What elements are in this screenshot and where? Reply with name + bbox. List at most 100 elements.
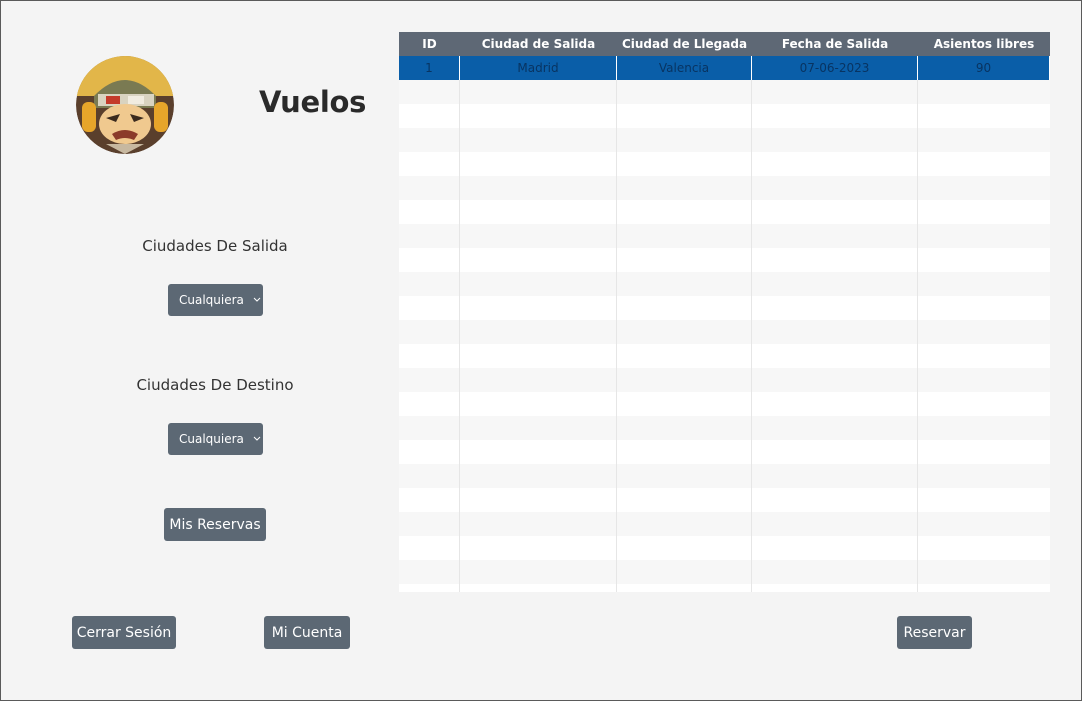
- empty-cell: [918, 536, 1050, 560]
- empty-cell: [617, 584, 752, 592]
- empty-cell: [752, 272, 918, 296]
- empty-cell: [752, 560, 918, 584]
- empty-cell: [460, 512, 617, 536]
- departure-combo-value: Cualquiera: [179, 293, 244, 307]
- empty-cell: [918, 392, 1050, 416]
- empty-cell: [617, 296, 752, 320]
- column-header-departure-city[interactable]: Ciudad de Salida: [460, 32, 617, 56]
- empty-cell: [918, 488, 1050, 512]
- empty-table-row: [399, 320, 1050, 344]
- empty-table-row: [399, 224, 1050, 248]
- empty-cell: [460, 104, 617, 128]
- cell-id: 1: [399, 56, 460, 80]
- empty-cell: [617, 464, 752, 488]
- cell-arrival-city: Valencia: [617, 56, 752, 80]
- empty-cell: [399, 488, 460, 512]
- empty-cell: [752, 176, 918, 200]
- empty-cell: [617, 272, 752, 296]
- empty-cell: [918, 200, 1050, 224]
- empty-cell: [752, 296, 918, 320]
- empty-cell: [399, 248, 460, 272]
- empty-table-row: [399, 536, 1050, 560]
- empty-cell: [918, 128, 1050, 152]
- empty-cell: [460, 272, 617, 296]
- my-reservations-button[interactable]: Mis Reservas: [164, 508, 266, 541]
- empty-cell: [460, 320, 617, 344]
- empty-cell: [460, 464, 617, 488]
- empty-cell: [399, 584, 460, 592]
- empty-cell: [460, 176, 617, 200]
- column-header-arrival-city[interactable]: Ciudad de Llegada: [617, 32, 752, 56]
- empty-cell: [918, 512, 1050, 536]
- empty-cell: [460, 296, 617, 320]
- chevron-down-icon: [253, 297, 261, 303]
- empty-cell: [399, 560, 460, 584]
- empty-cell: [918, 368, 1050, 392]
- my-account-button[interactable]: Mi Cuenta: [264, 616, 350, 649]
- empty-table-row: [399, 128, 1050, 152]
- empty-cell: [399, 272, 460, 296]
- empty-cell: [460, 200, 617, 224]
- empty-cell: [918, 104, 1050, 128]
- empty-cell: [617, 320, 752, 344]
- empty-table-row: [399, 80, 1050, 104]
- empty-cell: [460, 248, 617, 272]
- empty-cell: [460, 344, 617, 368]
- logout-button[interactable]: Cerrar Sesión: [72, 616, 176, 649]
- empty-cell: [399, 200, 460, 224]
- empty-cell: [399, 392, 460, 416]
- empty-cell: [399, 344, 460, 368]
- empty-cell: [460, 584, 617, 592]
- empty-cell: [617, 392, 752, 416]
- departure-label: Ciudades De Salida: [142, 237, 288, 255]
- empty-table-row: [399, 512, 1050, 536]
- empty-cell: [399, 512, 460, 536]
- column-header-departure-date[interactable]: Fecha de Salida: [752, 32, 918, 56]
- empty-cell: [752, 416, 918, 440]
- empty-table-row: [399, 344, 1050, 368]
- empty-cell: [752, 440, 918, 464]
- empty-cell: [617, 536, 752, 560]
- empty-cell: [752, 488, 918, 512]
- empty-cell: [460, 392, 617, 416]
- empty-table-row: [399, 104, 1050, 128]
- empty-cell: [918, 152, 1050, 176]
- empty-cell: [399, 176, 460, 200]
- empty-table-row: [399, 368, 1050, 392]
- empty-cell: [752, 368, 918, 392]
- empty-cell: [399, 440, 460, 464]
- empty-table-row: [399, 488, 1050, 512]
- empty-cell: [399, 152, 460, 176]
- empty-cell: [752, 320, 918, 344]
- departure-combo[interactable]: Cualquiera: [168, 284, 263, 316]
- flights-table[interactable]: ID Ciudad de Salida Ciudad de Llegada Fe…: [399, 32, 1050, 592]
- empty-cell: [918, 320, 1050, 344]
- empty-cell: [399, 80, 460, 104]
- destination-combo-value: Cualquiera: [179, 432, 244, 446]
- empty-cell: [617, 80, 752, 104]
- column-header-free-seats[interactable]: Asientos libres: [918, 32, 1050, 56]
- destination-combo[interactable]: Cualquiera: [168, 423, 263, 455]
- empty-cell: [460, 488, 617, 512]
- empty-cell: [399, 416, 460, 440]
- empty-cell: [752, 224, 918, 248]
- empty-table-row: [399, 152, 1050, 176]
- chevron-down-icon: [253, 436, 261, 442]
- table-row[interactable]: 1 Madrid Valencia 07-06-2023 90: [399, 56, 1050, 80]
- empty-cell: [617, 344, 752, 368]
- column-header-id[interactable]: ID: [399, 32, 460, 56]
- empty-cell: [399, 104, 460, 128]
- empty-cell: [918, 80, 1050, 104]
- empty-cell: [752, 128, 918, 152]
- empty-cell: [752, 344, 918, 368]
- reserve-button[interactable]: Reservar: [897, 616, 972, 649]
- empty-cell: [617, 512, 752, 536]
- empty-cell: [399, 368, 460, 392]
- empty-cell: [918, 464, 1050, 488]
- empty-cell: [399, 224, 460, 248]
- empty-cell: [460, 152, 617, 176]
- empty-cell: [617, 488, 752, 512]
- empty-cell: [460, 536, 617, 560]
- empty-cell: [617, 416, 752, 440]
- empty-cell: [752, 512, 918, 536]
